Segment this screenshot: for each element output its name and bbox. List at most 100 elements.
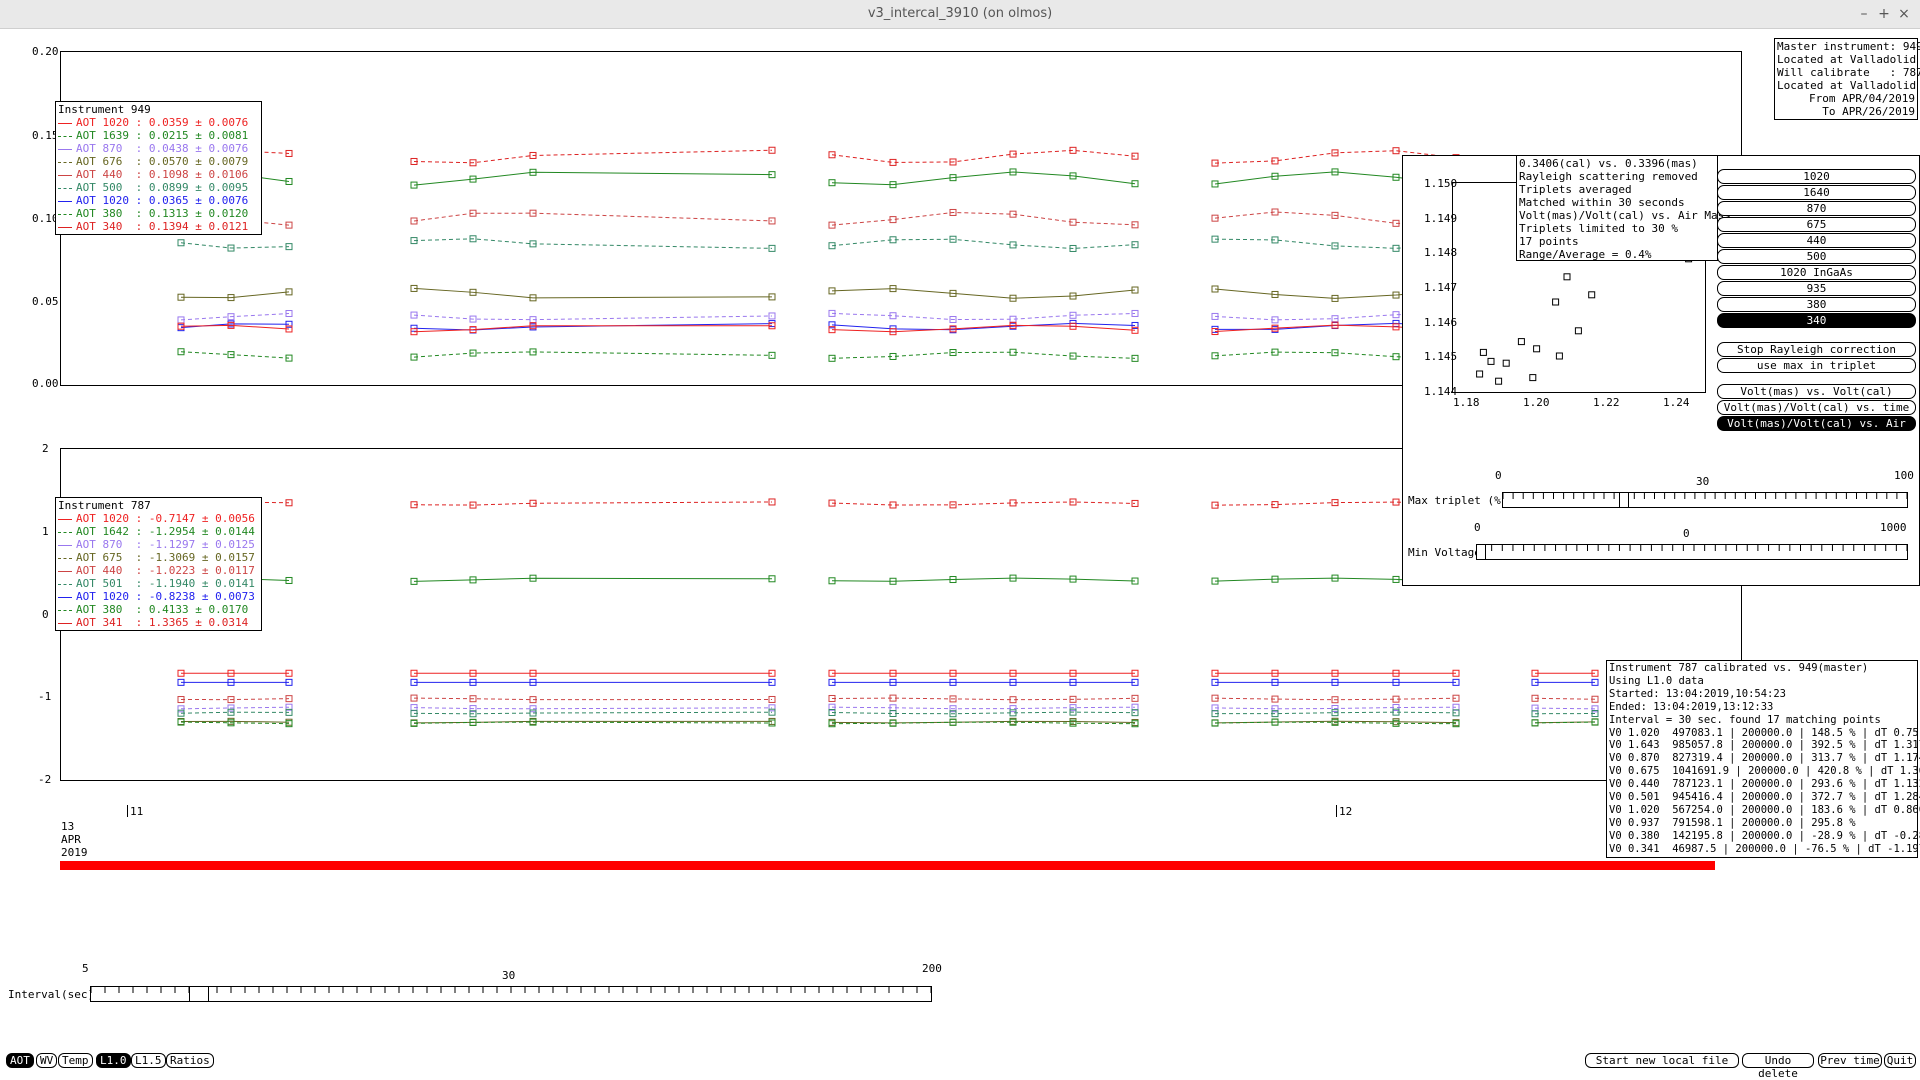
legend-label: AOT 675 :	[76, 551, 143, 564]
plot-ratio-vs-time-button[interactable]: Volt(mas)/Volt(cal) vs. time	[1717, 400, 1916, 415]
summary-line: V0 0.937 791598.1 | 200000.0 | 295.8 %	[1609, 816, 1856, 829]
legend-line-icon	[58, 148, 72, 150]
legend-value: 0.0899 ± 0.0095	[142, 181, 249, 194]
quit-button[interactable]: Quit	[1884, 1053, 1916, 1068]
slider-min-label: 0	[1495, 469, 1502, 482]
scatter-point	[1502, 359, 1510, 367]
date-day: 13	[61, 820, 75, 833]
slider-thumb[interactable]	[1619, 492, 1630, 508]
wavelength-button-500[interactable]: 500	[1717, 249, 1916, 264]
data-marker	[768, 498, 776, 506]
info-line: Triplets limited to 30 %	[1519, 222, 1678, 235]
plot-volt-vs-volt-button[interactable]: Volt(mas) vs. Volt(cal)	[1717, 384, 1916, 399]
interval-max-label: 200	[922, 962, 942, 975]
scatter-y-tick: 1.145	[1424, 350, 1458, 363]
tab-wv[interactable]: WV	[36, 1053, 58, 1068]
tab-ratios[interactable]: Ratios	[166, 1053, 214, 1068]
summary-line: V0 1.020 567254.0 | 200000.0 | 183.6 % |…	[1609, 803, 1920, 816]
legend-line-icon	[58, 531, 72, 533]
y-tick: 0	[42, 608, 49, 621]
legend-value: 1.3365 ± 0.0314	[142, 616, 249, 629]
legend-entry: AOT 1020 : -0.8238 ± 0.0073	[58, 590, 259, 603]
slider-thumb[interactable]	[188, 986, 209, 1002]
summary-line: V0 0.870 827319.4 | 200000.0 | 313.7 % |…	[1609, 752, 1920, 765]
series-line	[831, 211, 1136, 226]
legend-entry: AOT 1642 : -1.2954 ± 0.0144	[58, 525, 259, 538]
series-line	[413, 577, 773, 582]
scatter-point	[1529, 374, 1537, 382]
series-line	[1534, 697, 1596, 700]
scatter-point	[1479, 348, 1487, 356]
min-voltage-slider[interactable]	[1476, 544, 1908, 560]
legend-value: -1.2954 ± 0.0144	[142, 525, 255, 538]
legend-line-icon	[58, 570, 72, 572]
time-range-bar[interactable]	[60, 861, 1715, 870]
date-month: APR	[61, 833, 81, 846]
legend-value: 0.4133 ± 0.0170	[142, 603, 249, 616]
legend-label: AOT 380 :	[76, 603, 143, 616]
use-max-triplet-button[interactable]: use max in triplet	[1717, 358, 1916, 373]
legend-line-icon	[58, 122, 72, 124]
data-marker	[768, 146, 776, 154]
wavelength-button-675[interactable]: 675	[1717, 217, 1916, 232]
series-line	[831, 324, 1136, 333]
slider-min-label: 0	[1474, 521, 1481, 534]
plot-ratio-vs-airmass-button[interactable]: Volt(mas)/Volt(cal) vs. Air Mass	[1717, 416, 1916, 443]
wavelength-button-340[interactable]: 340	[1717, 313, 1916, 328]
legend-value: 0.0359 ± 0.0076	[142, 116, 249, 129]
series-line	[413, 697, 773, 701]
legend-line-icon	[58, 200, 72, 202]
day-mark: 11	[127, 805, 143, 818]
scatter-point	[1495, 377, 1503, 385]
stop-rayleigh-button[interactable]: Stop Rayleigh correction	[1717, 342, 1916, 357]
wavelength-button-1640[interactable]: 1640	[1717, 185, 1916, 200]
series-line	[413, 707, 773, 710]
start-new-local-file-button[interactable]: Start new local file	[1585, 1053, 1739, 1068]
summary-line: V0 1.020 497083.1 | 200000.0 | 148.5 % |…	[1609, 726, 1920, 739]
undo-delete-button[interactable]: Undo delete	[1742, 1053, 1814, 1080]
series-line	[831, 312, 1136, 321]
wavelength-button-1020[interactable]: 1020	[1717, 169, 1916, 184]
slider-ticks	[91, 987, 931, 993]
y-tick: 2	[42, 442, 49, 455]
master-line: Will calibrate : 787	[1777, 66, 1920, 79]
legend-line-icon	[58, 161, 72, 163]
tab-aot[interactable]: AOT	[6, 1053, 34, 1068]
legend-value: 0.0438 ± 0.0076	[142, 142, 249, 155]
series-line	[413, 238, 773, 249]
tab-temp[interactable]: Temp	[58, 1053, 93, 1068]
data-marker	[1131, 499, 1139, 507]
legend-value: 0.0365 ± 0.0076	[142, 194, 249, 207]
series-line	[1214, 711, 1457, 715]
y-tick: 1	[42, 525, 49, 538]
prev-time-button[interactable]: Prev time	[1818, 1053, 1882, 1068]
scatter-point	[1517, 338, 1525, 346]
legend-line-icon	[58, 174, 72, 176]
close-button[interactable]: ×	[1894, 4, 1914, 24]
wavelength-button-440[interactable]: 440	[1717, 233, 1916, 248]
wavelength-button-380[interactable]: 380	[1717, 297, 1916, 312]
max-triplet-slider[interactable]	[1502, 492, 1908, 508]
scatter-y-tick: 1.150	[1424, 177, 1458, 190]
minimize-button[interactable]: –	[1854, 4, 1874, 24]
slider-max-label: 100	[1894, 469, 1914, 482]
slider-thumb[interactable]	[1476, 544, 1486, 560]
date-year: 2019	[61, 846, 88, 859]
series-line	[413, 171, 773, 186]
legend-label: AOT 500 :	[76, 181, 143, 194]
summary-line: Started: 13:04:2019,10:54:23	[1609, 687, 1787, 700]
master-line: Located at Valladolid	[1777, 79, 1917, 92]
interval-min-label: 5	[82, 962, 89, 975]
maximize-button[interactable]: +	[1874, 4, 1894, 24]
wavelength-button-935[interactable]: 935	[1717, 281, 1916, 296]
legend-entry: AOT 440 : 0.1098 ± 0.0106	[58, 168, 259, 181]
tab-l15[interactable]: L1.5	[131, 1053, 166, 1068]
wavelength-button-1020-ingaas[interactable]: 1020 InGaAs	[1717, 265, 1916, 280]
legend-entry: AOT 380 : 0.1313 ± 0.0120	[58, 207, 259, 220]
wavelength-button-870[interactable]: 870	[1717, 201, 1916, 216]
top-legend: Instrument 949 AOT 1020 : 0.0359 ± 0.007…	[55, 101, 262, 235]
summary-line: V0 0.501 945416.4 | 200000.0 | 372.7 % |…	[1609, 791, 1920, 804]
legend-line-icon	[58, 622, 72, 624]
interval-slider[interactable]	[90, 986, 932, 1002]
tab-l10[interactable]: L1.0	[96, 1053, 131, 1068]
